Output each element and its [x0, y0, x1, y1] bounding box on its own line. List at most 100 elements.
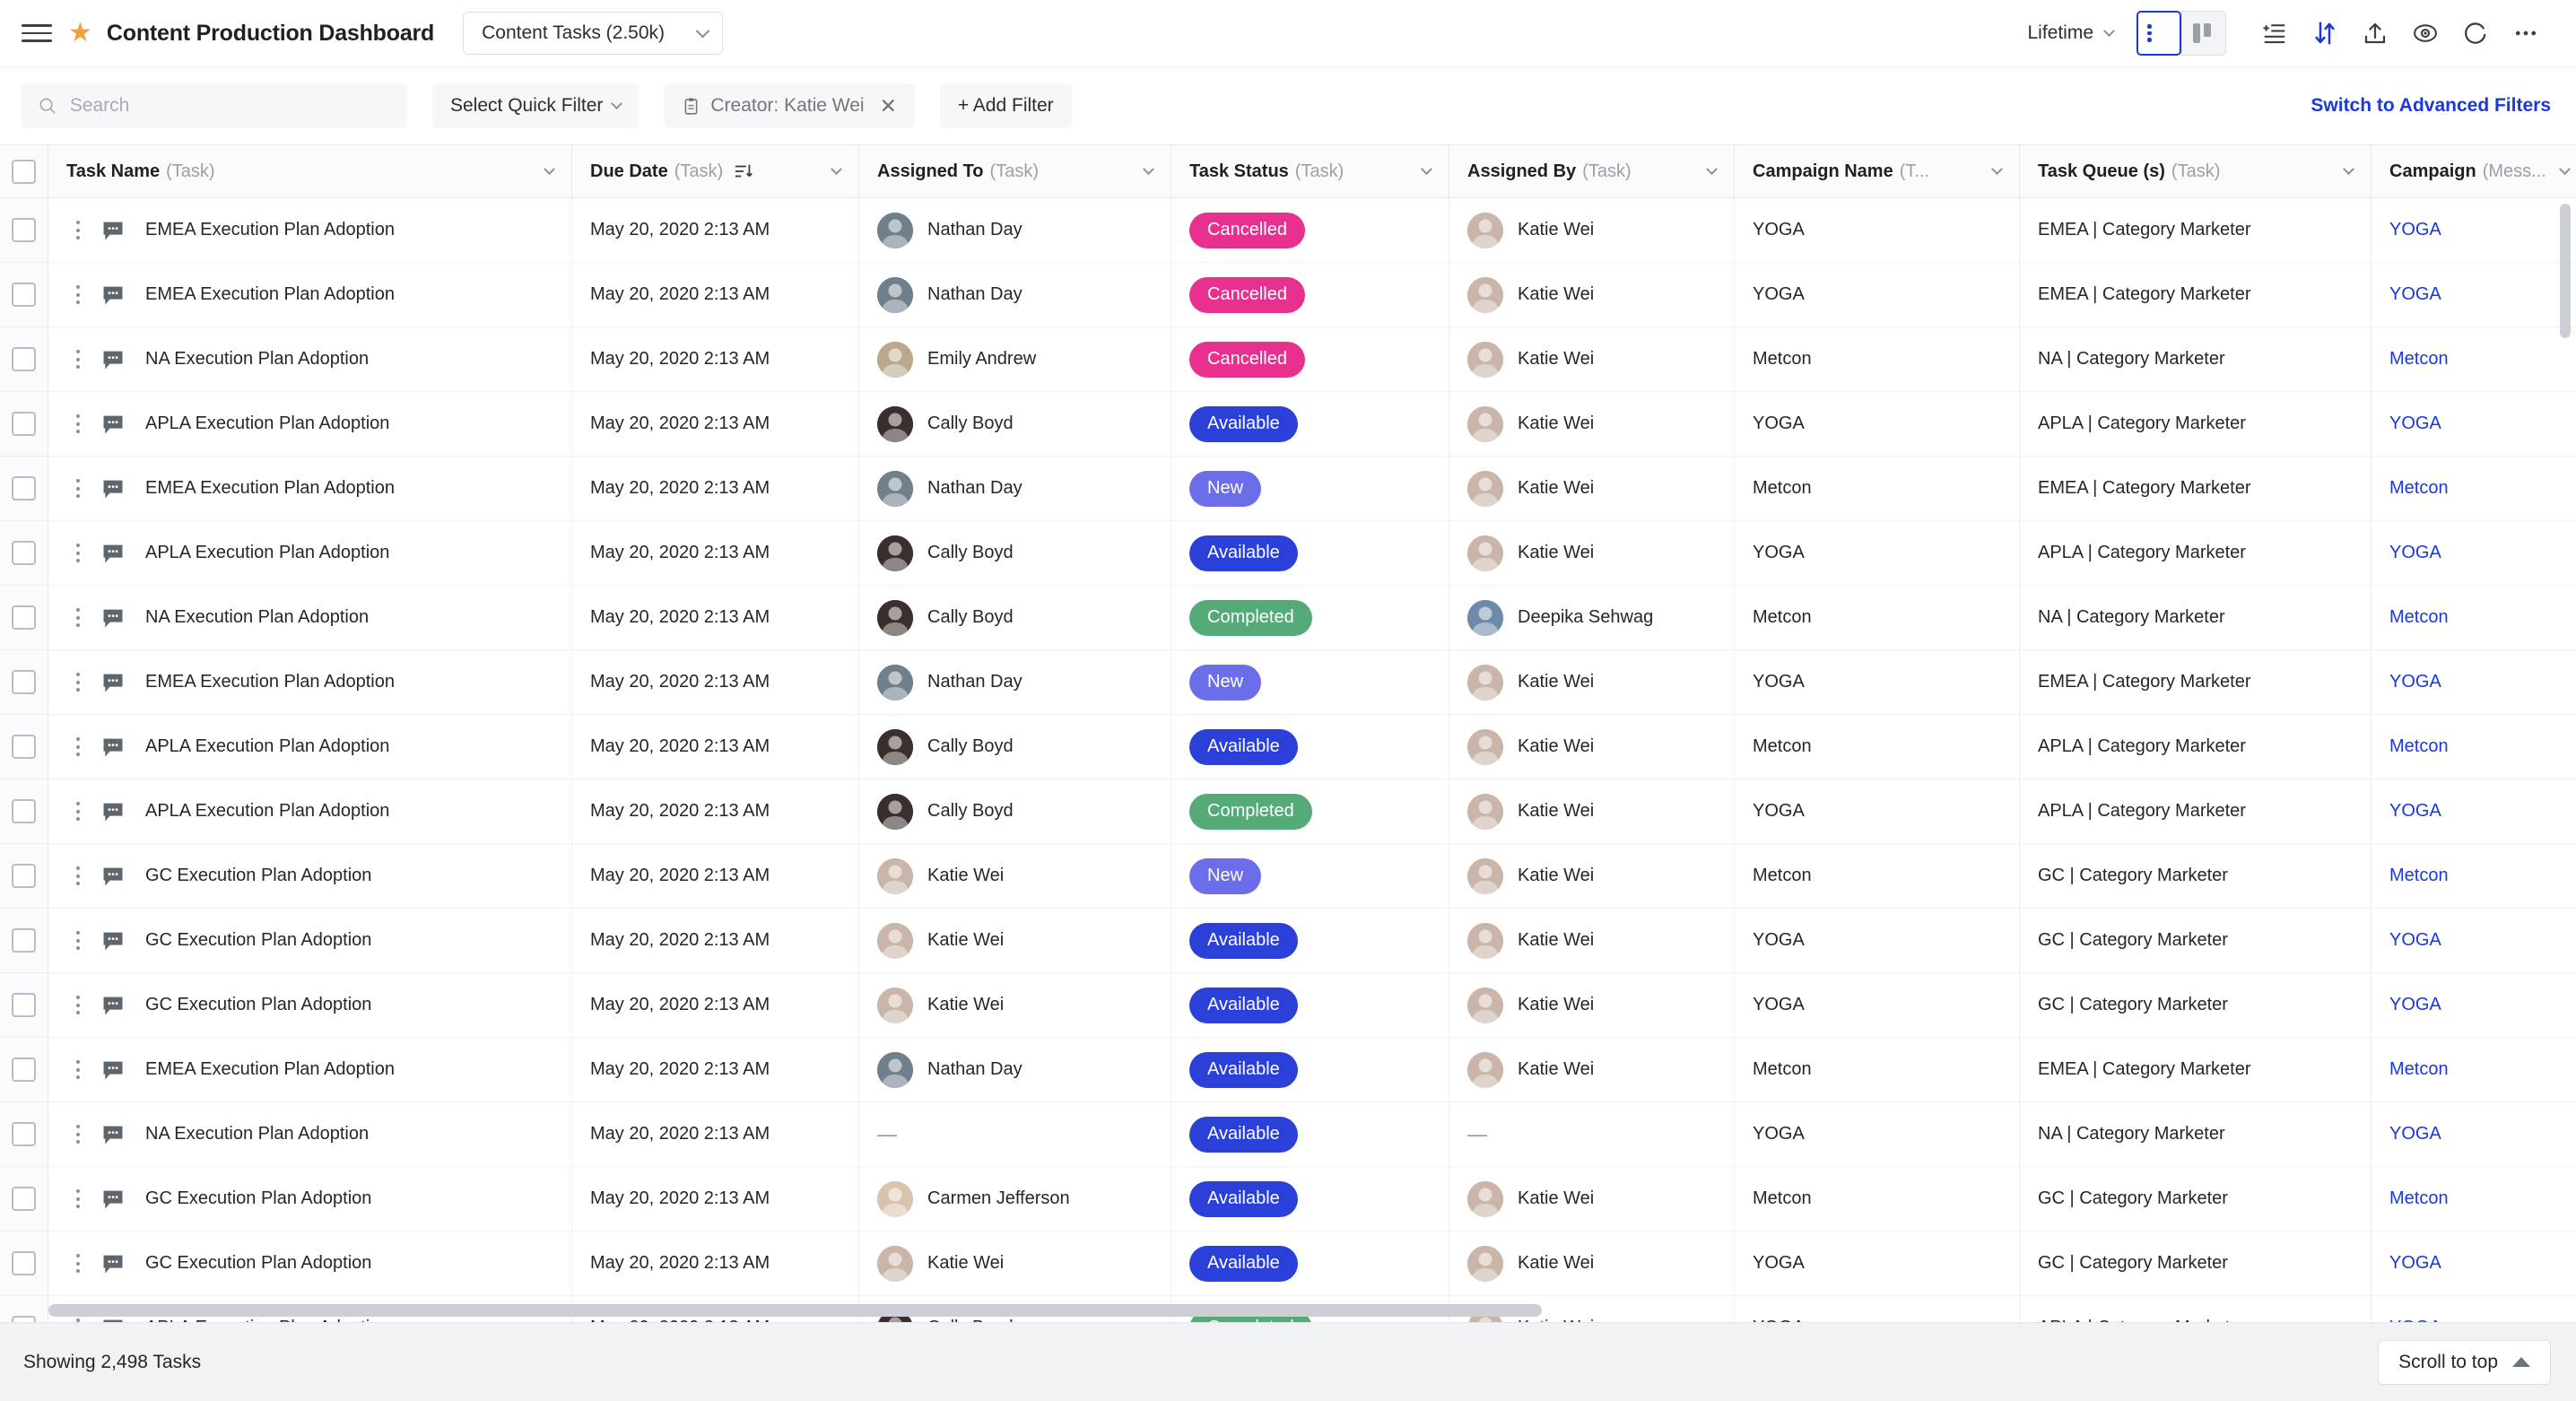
comment-bubble-icon[interactable]	[100, 283, 126, 308]
column-header-task_queue[interactable]: Task Queue (s) (Task)	[2020, 145, 2371, 197]
comment-bubble-icon[interactable]	[100, 864, 126, 889]
table-row[interactable]: APLA Execution Plan Adoption May 20, 2020…	[0, 392, 2576, 457]
table-row[interactable]: EMEA Execution Plan Adoption May 20, 2020…	[0, 198, 2576, 263]
column-header-campaign_msg[interactable]: Campaign (Mess...	[2371, 145, 2576, 197]
comment-bubble-icon[interactable]	[100, 799, 126, 824]
row-checkbox[interactable]	[12, 218, 36, 242]
column-header-due_date[interactable]: Due Date (Task)	[572, 145, 859, 197]
row-checkbox[interactable]	[12, 864, 36, 888]
row-checkbox[interactable]	[12, 347, 36, 371]
campaign-link[interactable]: YOGA	[2389, 1318, 2441, 1322]
table-row[interactable]: NA Execution Plan Adoption May 20, 2020 2…	[0, 1102, 2576, 1167]
table-row[interactable]: GC Execution Plan Adoption May 20, 2020 2…	[0, 973, 2576, 1038]
row-actions-menu-icon[interactable]	[66, 414, 90, 433]
column-header-status[interactable]: Task Status (Task)	[1171, 145, 1449, 197]
view-selector-dropdown[interactable]: Content Tasks (2.50k)	[463, 12, 724, 55]
table-row[interactable]: GC Execution Plan Adoption May 20, 2020 2…	[0, 1167, 2576, 1231]
star-icon[interactable]: ★	[68, 20, 92, 47]
active-filter-chip-creator[interactable]: Creator: Katie Wei ✕	[664, 83, 915, 128]
comment-bubble-icon[interactable]	[100, 735, 126, 760]
visibility-button[interactable]	[2400, 8, 2450, 58]
table-row[interactable]: EMEA Execution Plan Adoption May 20, 2020…	[0, 457, 2576, 521]
chevron-down-icon[interactable]	[2343, 162, 2354, 175]
search-box[interactable]	[22, 83, 407, 128]
close-icon[interactable]: ✕	[880, 95, 897, 117]
campaign-link[interactable]: YOGA	[2389, 543, 2441, 563]
campaign-link[interactable]: YOGA	[2389, 284, 2441, 305]
add-filter-button[interactable]: + Add Filter	[939, 83, 1072, 128]
comment-bubble-icon[interactable]	[100, 1122, 126, 1147]
campaign-link[interactable]: YOGA	[2389, 995, 2441, 1015]
row-actions-menu-icon[interactable]	[66, 1254, 90, 1273]
column-header-assigned_to[interactable]: Assigned To (Task)	[859, 145, 1171, 197]
row-checkbox[interactable]	[12, 670, 36, 694]
row-checkbox[interactable]	[12, 412, 36, 436]
board-view-toggle[interactable]	[2181, 11, 2226, 56]
row-checkbox[interactable]	[12, 735, 36, 759]
comment-bubble-icon[interactable]	[100, 670, 126, 695]
campaign-link[interactable]: Metcon	[2389, 1059, 2449, 1080]
row-actions-menu-icon[interactable]	[66, 673, 90, 692]
table-row[interactable]: GC Execution Plan Adoption May 20, 2020 2…	[0, 844, 2576, 909]
campaign-link[interactable]: Metcon	[2389, 607, 2449, 628]
refresh-button[interactable]	[2450, 8, 2501, 58]
row-checkbox[interactable]	[12, 1251, 36, 1275]
select-all-checkbox[interactable]	[12, 159, 36, 184]
comment-bubble-icon[interactable]	[100, 1251, 126, 1276]
row-actions-menu-icon[interactable]	[66, 285, 90, 304]
chevron-down-icon[interactable]	[1706, 162, 1718, 175]
more-options-button[interactable]	[2501, 8, 2551, 58]
search-input[interactable]	[69, 95, 391, 117]
campaign-link[interactable]: YOGA	[2389, 1124, 2441, 1144]
chevron-down-icon[interactable]	[2559, 162, 2571, 175]
row-checkbox[interactable]	[12, 1316, 36, 1322]
table-row[interactable]: GC Execution Plan Adoption May 20, 2020 2…	[0, 909, 2576, 973]
scroll-to-top-button[interactable]: Scroll to top	[2378, 1339, 2551, 1385]
row-actions-menu-icon[interactable]	[66, 608, 90, 627]
sort-button[interactable]	[2300, 8, 2350, 58]
row-actions-menu-icon[interactable]	[66, 1189, 90, 1208]
table-row[interactable]: APLA Execution Plan Adoption May 20, 2020…	[0, 715, 2576, 779]
comment-bubble-icon[interactable]	[100, 928, 126, 953]
column-header-assigned_by[interactable]: Assigned By (Task)	[1449, 145, 1735, 197]
table-row[interactable]: APLA Execution Plan Adoption May 20, 2020…	[0, 779, 2576, 844]
row-actions-menu-icon[interactable]	[66, 931, 90, 950]
row-actions-menu-icon[interactable]	[66, 996, 90, 1014]
column-header-task_name[interactable]: Task Name (Task)	[48, 145, 572, 197]
campaign-link[interactable]: Metcon	[2389, 736, 2449, 757]
comment-bubble-icon[interactable]	[100, 347, 126, 372]
row-actions-menu-icon[interactable]	[66, 737, 90, 756]
vertical-scrollbar[interactable]	[2560, 204, 2571, 338]
table-row[interactable]: EMEA Execution Plan Adoption May 20, 2020…	[0, 1038, 2576, 1102]
row-checkbox[interactable]	[12, 993, 36, 1017]
row-actions-menu-icon[interactable]	[66, 866, 90, 885]
chevron-down-icon[interactable]	[831, 162, 842, 175]
table-row[interactable]: APLA Execution Plan Adoption May 20, 2020…	[0, 521, 2576, 586]
comment-bubble-icon[interactable]	[100, 541, 126, 566]
row-checkbox[interactable]	[12, 605, 36, 630]
row-actions-menu-icon[interactable]	[66, 1060, 90, 1079]
row-checkbox[interactable]	[12, 541, 36, 565]
row-checkbox[interactable]	[12, 1187, 36, 1211]
row-actions-menu-icon[interactable]	[66, 1318, 90, 1322]
row-checkbox[interactable]	[12, 1057, 36, 1082]
row-actions-menu-icon[interactable]	[66, 1125, 90, 1144]
row-checkbox[interactable]	[12, 1122, 36, 1146]
row-checkbox[interactable]	[12, 799, 36, 823]
campaign-link[interactable]: Metcon	[2389, 478, 2449, 499]
campaign-link[interactable]: YOGA	[2389, 930, 2441, 951]
campaign-link[interactable]: YOGA	[2389, 672, 2441, 692]
table-row[interactable]: NA Execution Plan Adoption May 20, 2020 2…	[0, 586, 2576, 650]
table-row[interactable]: GC Execution Plan Adoption May 20, 2020 2…	[0, 1231, 2576, 1296]
chevron-down-icon[interactable]	[1421, 162, 1432, 175]
chevron-down-icon[interactable]	[1991, 162, 2003, 175]
column-header-campaign_name[interactable]: Campaign Name (T...	[1735, 145, 2020, 197]
campaign-link[interactable]: Metcon	[2389, 1188, 2449, 1209]
chevron-down-icon[interactable]	[544, 162, 555, 175]
row-checkbox[interactable]	[12, 283, 36, 307]
campaign-link[interactable]: YOGA	[2389, 413, 2441, 434]
row-actions-menu-icon[interactable]	[66, 802, 90, 821]
row-checkbox[interactable]	[12, 928, 36, 953]
chevron-down-icon[interactable]	[1143, 162, 1154, 175]
hamburger-menu-icon[interactable]	[22, 18, 52, 48]
